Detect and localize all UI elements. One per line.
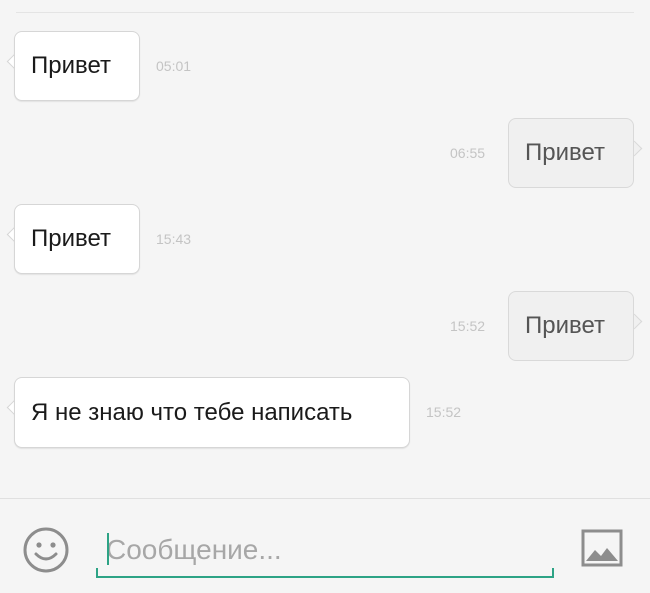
message-bubble[interactable]: Привет [14, 204, 140, 274]
message-bubble[interactable]: Привет [508, 291, 634, 361]
message-time: 15:43 [156, 231, 192, 247]
message-text: Я не знаю что тебе написать [31, 398, 353, 426]
message-time: 15:52 [426, 404, 462, 420]
smiley-face-icon [23, 527, 69, 573]
image-icon [581, 529, 623, 567]
message-input[interactable] [96, 524, 554, 578]
emoji-button[interactable] [22, 526, 70, 574]
message-text: Привет [31, 52, 112, 79]
message-time: 06:55 [450, 145, 486, 161]
message-text: Привет [525, 139, 606, 166]
top-divider [16, 12, 634, 13]
input-underline-end-right [552, 568, 554, 578]
message-text: Привет [525, 312, 606, 339]
attach-image-button[interactable] [580, 526, 624, 570]
message-bubble[interactable]: Привет [508, 118, 634, 188]
message-bubble[interactable]: Привет [14, 31, 140, 101]
message-text: Привет [31, 225, 112, 252]
input-underline-end-left [96, 568, 98, 578]
message-bubble[interactable]: Я не знаю что тебе написать [14, 377, 410, 448]
text-cursor [107, 533, 109, 565]
message-time: 15:52 [450, 318, 486, 334]
message-time: 05:01 [156, 58, 192, 74]
